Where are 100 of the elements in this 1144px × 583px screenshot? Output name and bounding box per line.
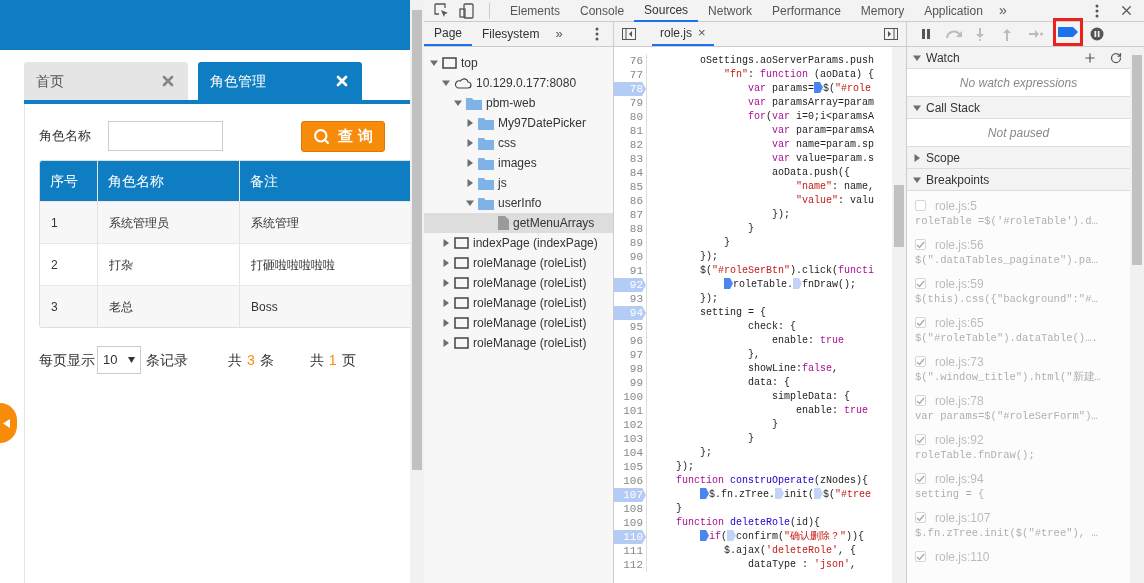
- line-number[interactable]: 88: [614, 222, 646, 236]
- line-number[interactable]: 108: [614, 502, 646, 516]
- devtools-tab[interactable]: Application: [914, 0, 993, 22]
- line-number[interactable]: 91: [614, 264, 646, 278]
- line-number[interactable]: 100: [614, 390, 646, 404]
- page-scrollbar[interactable]: [410, 0, 424, 583]
- breakpoint-marker-icon[interactable]: [724, 278, 733, 289]
- collapsed-arrow-icon[interactable]: [466, 179, 474, 187]
- sidebar-toggle-handle[interactable]: [0, 403, 17, 443]
- inspect-element-icon[interactable]: [434, 2, 450, 19]
- collapsed-arrow-icon[interactable]: [442, 339, 450, 347]
- more-tabs-button[interactable]: »: [998, 0, 1007, 21]
- line-number[interactable]: 80: [614, 110, 646, 124]
- expanded-arrow-icon[interactable]: [454, 99, 462, 107]
- line-number[interactable]: 86: [614, 194, 646, 208]
- tree-item[interactable]: js: [424, 173, 613, 193]
- collapsed-arrow-icon[interactable]: [466, 139, 474, 147]
- more-options-icon[interactable]: [594, 27, 599, 41]
- tree-item[interactable]: images: [424, 153, 613, 173]
- line-number[interactable]: 98: [614, 362, 646, 376]
- line-number[interactable]: 85: [614, 180, 646, 194]
- line-number[interactable]: 106: [614, 474, 646, 488]
- tree-item[interactable]: My97DatePicker: [424, 113, 613, 133]
- page-size-select[interactable]: 10: [97, 346, 141, 374]
- line-number[interactable]: 97: [614, 348, 646, 362]
- line-number[interactable]: 111: [614, 544, 646, 558]
- line-number[interactable]: 79: [614, 96, 646, 110]
- toggle-navigator-icon[interactable]: [622, 28, 636, 40]
- breakpoint-marker-icon[interactable]: [814, 82, 824, 93]
- line-number[interactable]: 105: [614, 460, 646, 474]
- tree-item[interactable]: roleManage (roleList): [424, 253, 613, 273]
- pause-icon[interactable]: [921, 29, 931, 39]
- line-number[interactable]: 96: [614, 334, 646, 348]
- tree-item[interactable]: pbm-web: [424, 93, 613, 113]
- line-number[interactable]: 112: [614, 558, 646, 572]
- collapsed-arrow-icon[interactable]: [913, 153, 921, 162]
- device-toolbar-icon[interactable]: [459, 2, 475, 19]
- line-number[interactable]: 101: [614, 404, 646, 418]
- breakpoint-marker-icon[interactable]: [727, 530, 737, 541]
- tree-item[interactable]: css: [424, 133, 613, 153]
- breakpoint-marker-icon[interactable]: [793, 278, 803, 289]
- tree-item[interactable]: roleManage (roleList): [424, 273, 613, 293]
- page-tab[interactable]: 角色管理: [198, 62, 362, 100]
- tree-item[interactable]: userInfo: [424, 193, 613, 213]
- tree-item[interactable]: indexPage (indexPage): [424, 233, 613, 253]
- section-header[interactable]: Breakpoints: [907, 169, 1130, 191]
- expanded-arrow-icon[interactable]: [466, 199, 474, 207]
- line-number[interactable]: 87: [614, 208, 646, 222]
- line-number[interactable]: 99: [614, 376, 646, 390]
- more-options-icon[interactable]: [1095, 3, 1099, 18]
- expanded-arrow-icon[interactable]: [442, 79, 450, 87]
- sidebar-scrollbar[interactable]: [1130, 47, 1144, 583]
- search-button[interactable]: 查 询: [301, 120, 385, 152]
- tree-item[interactable]: roleManage (roleList): [424, 333, 613, 353]
- line-number[interactable]: 76: [614, 54, 646, 68]
- add-icon[interactable]: [1083, 50, 1097, 65]
- line-number[interactable]: 103: [614, 432, 646, 446]
- expanded-arrow-icon[interactable]: [913, 53, 921, 62]
- devtools-tab[interactable]: Memory: [850, 0, 915, 22]
- collapsed-arrow-icon[interactable]: [442, 239, 450, 247]
- line-number[interactable]: 77: [614, 68, 646, 82]
- tree-item[interactable]: roleManage (roleList): [424, 293, 613, 313]
- breakpoint-marker-icon[interactable]: [700, 488, 709, 499]
- breakpoint-marker-icon[interactable]: [814, 488, 824, 499]
- devtools-tab[interactable]: Network: [698, 0, 763, 22]
- pause-on-exceptions-icon[interactable]: [1090, 27, 1104, 41]
- close-icon[interactable]: [334, 73, 350, 89]
- expanded-arrow-icon[interactable]: [913, 103, 921, 112]
- tree-item[interactable]: 10.129.0.177:8080: [424, 73, 613, 93]
- line-number[interactable]: 81: [614, 124, 646, 138]
- close-tab-button[interactable]: ×: [698, 23, 706, 43]
- collapsed-arrow-icon[interactable]: [442, 259, 450, 267]
- editor-scrollbar[interactable]: [892, 47, 906, 583]
- section-header[interactable]: Call Stack: [907, 97, 1130, 119]
- page-tab[interactable]: 首页: [24, 62, 188, 100]
- tree-item[interactable]: top: [424, 53, 613, 73]
- close-icon[interactable]: [1119, 3, 1134, 18]
- line-number[interactable]: 102: [614, 418, 646, 432]
- collapsed-arrow-icon[interactable]: [442, 299, 450, 307]
- devtools-tab[interactable]: Elements: [500, 0, 571, 22]
- tree-item[interactable]: roleManage (roleList): [424, 313, 613, 333]
- collapsed-arrow-icon[interactable]: [442, 319, 450, 327]
- devtools-tab[interactable]: Console: [570, 0, 635, 22]
- line-number[interactable]: 83: [614, 152, 646, 166]
- collapsed-arrow-icon[interactable]: [442, 279, 450, 287]
- section-header[interactable]: Scope: [907, 147, 1130, 169]
- line-number[interactable]: 93: [614, 292, 646, 306]
- tree-item[interactable]: getMenuArrays: [424, 213, 613, 233]
- more-tabs-button[interactable]: »: [555, 24, 563, 44]
- line-number[interactable]: 84: [614, 166, 646, 180]
- line-number[interactable]: 95: [614, 320, 646, 334]
- expanded-arrow-icon[interactable]: [913, 175, 921, 184]
- toggle-sidebar-icon[interactable]: [884, 28, 898, 40]
- devtools-tab[interactable]: Performance: [762, 0, 851, 22]
- search-field[interactable]: [108, 121, 223, 151]
- close-icon[interactable]: [160, 73, 176, 89]
- section-header[interactable]: Watch: [907, 47, 1130, 69]
- line-number[interactable]: 109: [614, 516, 646, 530]
- navigator-tab[interactable]: Filesystem: [472, 22, 550, 46]
- breakpoint-marker-icon[interactable]: [700, 530, 709, 541]
